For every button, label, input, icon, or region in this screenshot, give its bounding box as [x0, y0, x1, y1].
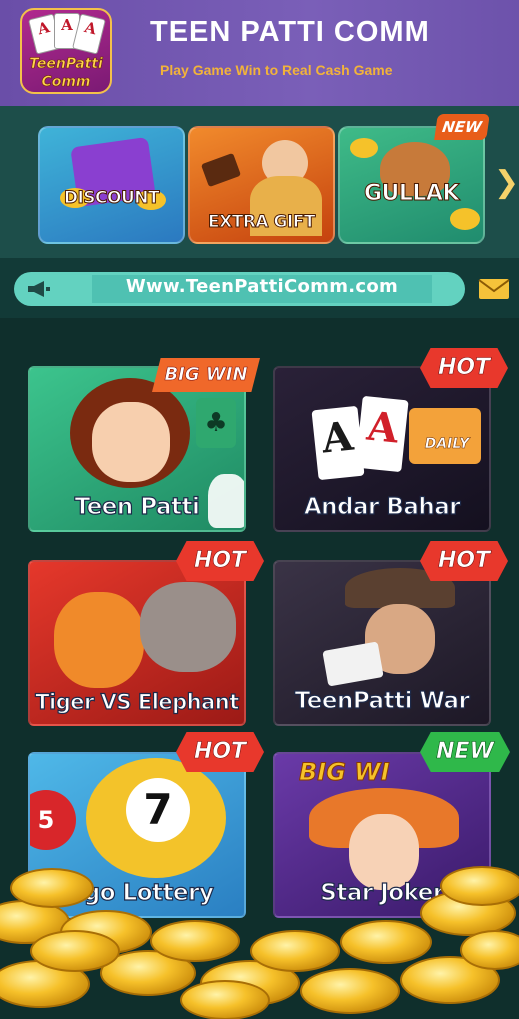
logo-name-line1: TeenPatti [29, 56, 103, 73]
hot-badge: HOT [420, 541, 508, 581]
ace-spade-card: A [311, 405, 365, 481]
game-title: TeenPatti War [294, 687, 470, 714]
chevron-right-icon[interactable]: ❯ [494, 166, 519, 200]
hot-badge: HOT [176, 732, 264, 772]
coin-icon [250, 930, 340, 972]
promo-extra-gift-banner[interactable]: EXTRA GIFT [188, 126, 335, 244]
playing-cards-image [322, 641, 384, 687]
ace-heart-card: A [355, 395, 409, 473]
promo-gullak-banner[interactable]: GULLAK [338, 126, 485, 244]
promo-discount-banner[interactable]: DISCOUNT [38, 126, 185, 244]
big-win-badge: BIG WIN [152, 358, 260, 392]
megaphone-icon [28, 281, 50, 297]
lottery-ball-5: 5 [30, 790, 76, 850]
coin-icon [150, 920, 240, 962]
coin-icon [300, 968, 400, 1014]
coin-icon [10, 868, 94, 908]
coin-icon [350, 138, 378, 158]
daily-label: DAILY [424, 436, 470, 453]
new-badge: NEW [420, 732, 510, 772]
coin-icon [180, 980, 270, 1019]
new-badge: NEW [434, 114, 490, 140]
gift-card-icon [200, 152, 242, 188]
coin-icon [450, 208, 480, 230]
club-card-icon: ♣ [196, 398, 236, 448]
hot-badge: HOT [420, 348, 508, 388]
gold-coin-pile [0, 860, 519, 1019]
coin-icon [30, 930, 120, 972]
app-logo[interactable]: A A A TeenPatti Comm [20, 8, 112, 94]
game-tile-andar-bahar[interactable]: A A DAILY Andar Bahar [273, 366, 491, 532]
tiger-image [54, 592, 144, 688]
game-title: Tiger VS Elephant [35, 689, 240, 714]
app-header: A A A TeenPatti Comm TEEN PATTI COMM Pla… [0, 0, 519, 106]
game-title: Andar Bahar [303, 493, 461, 520]
app-title: TEEN PATTI COMM [150, 16, 430, 48]
promo-label: GULLAK [363, 181, 460, 207]
coin-icon [440, 866, 519, 906]
logo-name-line2: Comm [41, 74, 91, 91]
logo-cards: A A A [28, 13, 106, 56]
website-announcement-bar[interactable]: Www.TeenPattiComm.com [14, 272, 465, 306]
lottery-ball-number: 7 [126, 778, 190, 842]
hot-badge: HOT [176, 541, 264, 581]
game-tile-teenpatti-war[interactable]: TeenPatti War [273, 560, 491, 726]
game-title: Teen Patti [74, 493, 201, 520]
coin-icon [340, 920, 432, 964]
envelope-icon[interactable] [478, 278, 510, 300]
app-subtitle: Play Game Win to Real Cash Game [160, 62, 393, 78]
character-face-image [92, 402, 170, 482]
promo-label: EXTRA GIFT [208, 212, 316, 233]
elephant-image [140, 582, 236, 672]
game-tile-tiger-vs-elephant[interactable]: Tiger VS Elephant [28, 560, 246, 726]
promo-label: DISCOUNT [63, 188, 160, 209]
website-url[interactable]: Www.TeenPattiComm.com [92, 276, 432, 297]
